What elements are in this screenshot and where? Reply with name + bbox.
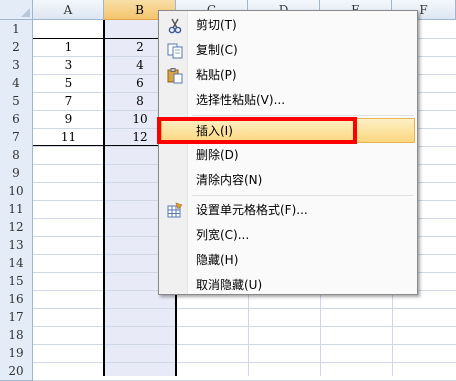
menu-item-label: 隐藏(H) <box>196 253 239 267</box>
menu-item-label: 选择性粘贴(V)... <box>196 93 286 107</box>
row-header[interactable]: 8 <box>0 146 33 165</box>
row-header[interactable]: 6 <box>0 110 33 129</box>
row-header[interactable]: 2 <box>0 38 33 57</box>
row-header[interactable]: 1 <box>0 20 33 39</box>
grid-line <box>33 362 456 363</box>
menu-item-column-width[interactable]: 列宽(C)... <box>161 223 415 248</box>
row-header[interactable]: 5 <box>0 92 33 111</box>
row-header[interactable]: 15 <box>0 272 33 291</box>
row-header[interactable]: 17 <box>0 308 33 327</box>
highlight-annotation-box <box>157 117 357 144</box>
menu-item-paste-special[interactable]: 选择性粘贴(V)... <box>161 88 415 113</box>
row-header[interactable]: 10 <box>0 182 33 201</box>
cell-a[interactable]: 9 <box>33 110 104 128</box>
menu-item-label: 复制(C) <box>196 43 238 57</box>
grid-line <box>33 344 456 345</box>
row-header[interactable]: 3 <box>0 56 33 75</box>
menu-item-label: 列宽(C)... <box>196 228 250 242</box>
cell-a[interactable]: 3 <box>33 56 104 74</box>
copy-icon <box>167 43 183 59</box>
menu-item-hide[interactable]: 隐藏(H) <box>161 248 415 273</box>
row-header[interactable]: 19 <box>0 344 33 363</box>
row-header[interactable]: 20 <box>0 362 33 381</box>
select-all-button[interactable] <box>0 0 33 20</box>
menu-item-label: 剪切(T) <box>196 18 237 32</box>
row-header[interactable]: 11 <box>0 200 33 219</box>
grid-line <box>33 326 456 327</box>
column-header-a[interactable]: A <box>33 0 104 20</box>
menu-separator <box>192 115 414 116</box>
menu-item-label: 粘贴(P) <box>196 68 237 82</box>
cell-a[interactable]: 5 <box>33 74 104 92</box>
row-header[interactable]: 4 <box>0 74 33 93</box>
menu-item-delete[interactable]: 删除(D) <box>161 143 415 168</box>
format-cells-icon <box>167 202 183 218</box>
context-menu: 剪切(T) 复制(C) 粘贴(P) 选择性粘贴(V)... 插入(I) 删除(D… <box>158 10 418 295</box>
menu-item-copy[interactable]: 复制(C) <box>161 38 415 63</box>
grid-line <box>33 308 456 309</box>
cell-a[interactable]: 11 <box>33 128 104 146</box>
cell-a[interactable]: 1 <box>33 38 104 56</box>
row-header[interactable]: 18 <box>0 326 33 345</box>
row-header[interactable]: 9 <box>0 164 33 183</box>
menu-separator <box>192 195 414 196</box>
row-header[interactable]: 14 <box>0 254 33 273</box>
row-header[interactable]: 16 <box>0 290 33 309</box>
cell-a[interactable]: 7 <box>33 92 104 110</box>
row-header[interactable]: 13 <box>0 236 33 255</box>
menu-item-label: 设置单元格格式(F)... <box>196 203 308 217</box>
scissors-icon <box>168 18 182 34</box>
menu-item-label: 清除内容(N) <box>196 173 263 187</box>
menu-item-format-cells[interactable]: 设置单元格格式(F)... <box>161 198 415 223</box>
menu-item-unhide[interactable]: 取消隐藏(U) <box>161 273 415 298</box>
menu-item-label: 删除(D) <box>196 148 239 162</box>
row-header[interactable]: 12 <box>0 218 33 237</box>
menu-item-cut[interactable]: 剪切(T) <box>161 13 415 38</box>
cell-a[interactable] <box>33 20 104 38</box>
row-header[interactable]: 7 <box>0 128 33 147</box>
menu-item-clear-contents[interactable]: 清除内容(N) <box>161 168 415 193</box>
menu-item-label: 取消隐藏(U) <box>196 278 263 292</box>
paste-icon <box>167 68 183 84</box>
menu-item-paste[interactable]: 粘贴(P) <box>161 63 415 88</box>
